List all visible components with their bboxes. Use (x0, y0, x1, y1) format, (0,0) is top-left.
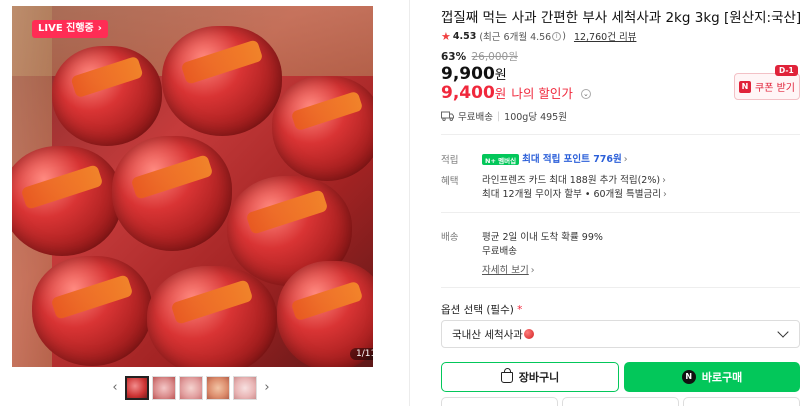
chevron-left-icon[interactable]: ‹ (108, 376, 122, 400)
recent-rating: (최근 6개월 4.56 (479, 32, 552, 43)
image-counter: 1/11 (350, 348, 373, 360)
points-link: 최대 적립 포인트 776원 (522, 154, 622, 165)
star-icon: ★ (441, 29, 451, 43)
live-badge[interactable]: LIVE 진행중 › (32, 20, 108, 38)
rating-row: ★ 4.53 (최근 6개월 4.56 i ) 12,760건 리뷰 (441, 29, 636, 44)
sub-action-button[interactable] (562, 397, 679, 406)
benefit-line-2[interactable]: 최대 12개월 무이자 할부 • 60개월 특별금리 › (482, 186, 667, 200)
thumbnail[interactable] (152, 376, 176, 400)
delivery-more[interactable]: 자세히 보기 › (482, 262, 535, 276)
sale-price-row: 9,900원 (441, 64, 507, 84)
naver-n-icon: N (681, 370, 696, 384)
thumbnail[interactable] (206, 376, 230, 400)
npay-membership-badge: N+ 멤버십 (482, 154, 520, 165)
live-badge-text: LIVE 진행중 (38, 23, 94, 34)
my-price-row[interactable]: 9,400원 나의 할인가 ⌄ (441, 83, 591, 103)
separator: | (496, 110, 501, 122)
delivery-more-link: 자세히 보기 (482, 265, 529, 276)
my-price: 9,400 (441, 83, 495, 103)
my-price-unit: 원 (494, 86, 507, 101)
cart-label: 장바구니 (518, 371, 560, 384)
apple-icon (523, 329, 534, 339)
naver-n-icon: N (739, 80, 751, 93)
sale-price-unit: 원 (494, 68, 507, 83)
original-price: 26,000원 (471, 51, 518, 63)
main-product-image[interactable]: LIVE 진행중 › 1/11 (12, 6, 373, 367)
points-row[interactable]: N+ 멤버십 최대 적립 포인트 776원 › (482, 151, 628, 165)
required-mark: * (517, 304, 523, 316)
divider (409, 0, 410, 406)
chevron-right-icon: › (623, 154, 628, 165)
sub-action-button[interactable] (683, 397, 800, 406)
buy-label: 바로구매 (701, 371, 743, 384)
my-price-label: 나의 할인가 (511, 86, 573, 101)
thumbnail[interactable] (125, 376, 149, 400)
discount-rate: 63% (441, 51, 467, 63)
option-label: 옵션 선택 (필수) * (441, 302, 522, 317)
free-shipping-text: 무료배송 (458, 112, 493, 123)
product-page: LIVE 진행중 › 1/11 ‹ › 껍질째 먹는 사과 간편한 부사 세척사… (0, 0, 800, 406)
apple (112, 136, 232, 251)
add-to-cart-button[interactable]: 장바구니 (441, 362, 619, 392)
product-title: 껍질째 먹는 사과 간편한 부사 세척사과 2kg 3kg [원산지:국산] (441, 10, 800, 26)
thumbnail-strip: ‹ › (108, 376, 274, 400)
points-label: 적립 (441, 155, 459, 166)
chevron-right-icon: › (97, 23, 102, 34)
chevron-right-icon: › (530, 265, 535, 276)
chevron-right-icon[interactable]: › (260, 376, 274, 400)
truck-icon (441, 111, 454, 121)
sale-price: 9,900 (441, 64, 495, 84)
coupon-dday-badge: D-1 (775, 65, 798, 76)
delivery-label: 배송 (441, 232, 459, 243)
benefit-line-1-text: 라인프렌즈 카드 최대 188원 추가 적립(2%) (482, 175, 661, 186)
benefit-label: 혜택 (441, 176, 459, 187)
unit-price: 100g당 495원 (504, 112, 567, 123)
info-icon[interactable]: i (552, 31, 562, 41)
apple (147, 266, 277, 367)
discount-row: 63% 26,000원 (441, 49, 518, 64)
apple (32, 256, 152, 366)
apple (52, 46, 162, 146)
coupon-button[interactable]: N 쿠폰 받기 (734, 73, 800, 100)
sub-action-button[interactable] (441, 397, 558, 406)
recent-rating-close: ) (562, 30, 566, 42)
delivery-arrival: 평균 2일 이내 도착 확률 99% (482, 232, 603, 243)
rating-value: 4.53 (452, 30, 477, 42)
benefit-line-2-text: 최대 12개월 무이자 할부 • 60개월 특별금리 (482, 189, 661, 200)
option-label-text: 옵션 선택 (필수) (441, 304, 514, 316)
divider (441, 212, 800, 213)
chevron-down-icon (777, 326, 789, 338)
thumbnail[interactable] (233, 376, 257, 400)
shipping-summary: 무료배송 | 100g당 495원 (441, 109, 567, 123)
divider (441, 287, 800, 288)
benefit-line-1[interactable]: 라인프렌즈 카드 최대 188원 추가 적립(2%) › (482, 172, 666, 186)
apple (272, 76, 373, 181)
chevron-right-icon: › (663, 189, 667, 200)
chevron-down-icon[interactable]: ⌄ (580, 88, 591, 99)
divider (441, 134, 800, 135)
review-count-link[interactable]: 12,760건 리뷰 (574, 29, 636, 43)
option-select[interactable]: 국내산 세척사과 (441, 320, 800, 348)
chevron-right-icon: › (662, 175, 666, 186)
apple (162, 26, 282, 136)
option-selected-value: 국내산 세척사과 (452, 328, 523, 341)
thumbnail[interactable] (179, 376, 203, 400)
buy-now-button[interactable]: N 바로구매 (624, 362, 800, 392)
delivery-fee: 무료배송 (482, 246, 517, 257)
coupon-label: 쿠폰 받기 (755, 83, 795, 94)
shopping-bag-icon (500, 367, 513, 383)
